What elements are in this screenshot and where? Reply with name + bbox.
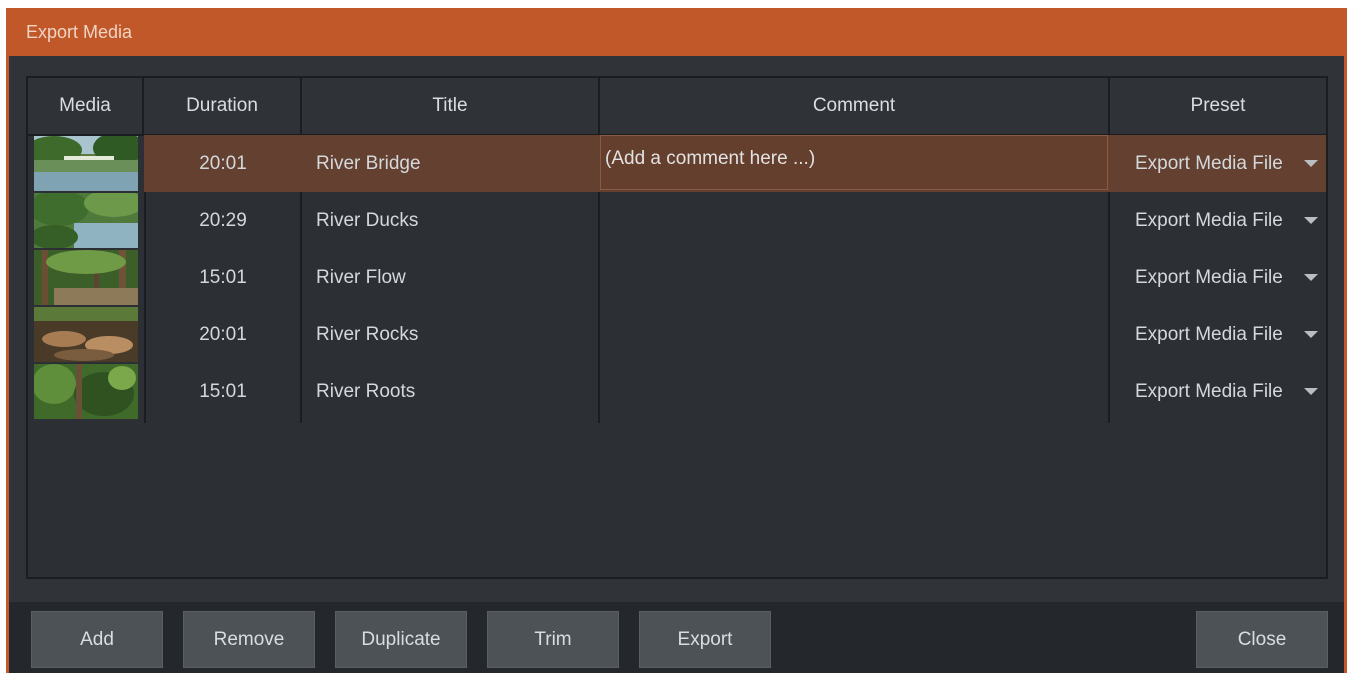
chevron-down-icon [1304, 160, 1318, 167]
duration-cell: 15:01 [199, 380, 247, 402]
table-row[interactable]: 15:01 River Flow Export Media File [28, 249, 1326, 306]
duration-cell: 15:01 [199, 266, 247, 288]
title-cell[interactable]: River Flow [302, 249, 600, 306]
duration-cell: 20:01 [199, 152, 247, 174]
duplicate-button[interactable]: Duplicate [335, 611, 467, 668]
table-header: Media Duration Title Comment Preset [28, 78, 1326, 136]
column-header-preset[interactable]: Preset [1110, 78, 1326, 134]
title-cell[interactable]: River Roots [302, 363, 600, 420]
preset-label: Export Media File [1135, 266, 1283, 288]
media-thumbnail[interactable] [34, 364, 138, 419]
title-cell[interactable]: River Ducks [302, 192, 600, 249]
preset-dropdown[interactable]: Export Media File [1110, 192, 1326, 249]
table-row[interactable]: 20:29 River Ducks Export Media File [28, 192, 1326, 249]
chevron-down-icon [1304, 217, 1318, 224]
table-row[interactable]: 20:01 River Bridge (Add a comment here .… [28, 135, 1326, 192]
preset-label: Export Media File [1135, 209, 1283, 231]
trim-button[interactable]: Trim [487, 611, 619, 668]
column-header-title[interactable]: Title [302, 78, 600, 134]
export-button[interactable]: Export [639, 611, 771, 668]
duration-cell: 20:01 [199, 323, 247, 345]
chevron-down-icon [1304, 331, 1318, 338]
preset-label: Export Media File [1135, 323, 1283, 345]
preset-dropdown[interactable]: Export Media File [1110, 135, 1326, 192]
chevron-down-icon [1304, 388, 1318, 395]
add-button[interactable]: Add [31, 611, 163, 668]
preset-label: Export Media File [1135, 152, 1283, 174]
button-bar: Add Remove Duplicate Trim Export Close [9, 602, 1344, 673]
comment-cell[interactable] [600, 363, 1110, 420]
comment-cell[interactable] [600, 192, 1110, 249]
table-row[interactable]: 20:01 River Rocks Export Media File [28, 306, 1326, 363]
media-thumbnail[interactable] [34, 193, 138, 248]
media-thumbnail[interactable] [34, 307, 138, 362]
duration-cell: 20:29 [199, 209, 247, 231]
preset-dropdown[interactable]: Export Media File [1110, 249, 1326, 306]
comment-cell[interactable] [600, 306, 1110, 363]
dialog-content: Media Duration Title Comment Preset 20:0… [9, 56, 1344, 673]
column-header-media[interactable]: Media [28, 78, 144, 134]
dialog-title: Export Media [26, 22, 133, 42]
remove-button[interactable]: Remove [183, 611, 315, 668]
table-row[interactable]: 15:01 River Roots Export Media File [28, 363, 1326, 420]
close-button[interactable]: Close [1196, 611, 1328, 668]
media-table: Media Duration Title Comment Preset 20:0… [26, 76, 1328, 579]
media-thumbnail[interactable] [34, 136, 138, 191]
preset-dropdown[interactable]: Export Media File [1110, 306, 1326, 363]
export-media-dialog: Export Media Media Duration Title Commen… [6, 8, 1347, 673]
column-header-comment[interactable]: Comment [600, 78, 1110, 134]
column-header-duration[interactable]: Duration [144, 78, 302, 134]
media-thumbnail[interactable] [34, 250, 138, 305]
comment-input[interactable]: (Add a comment here ...) [600, 135, 1108, 190]
preset-dropdown[interactable]: Export Media File [1110, 363, 1326, 420]
title-cell[interactable]: River Bridge [302, 135, 600, 192]
chevron-down-icon [1304, 274, 1318, 281]
comment-cell[interactable] [600, 249, 1110, 306]
preset-label: Export Media File [1135, 380, 1283, 402]
title-bar[interactable]: Export Media [6, 8, 1347, 56]
title-cell[interactable]: River Rocks [302, 306, 600, 363]
